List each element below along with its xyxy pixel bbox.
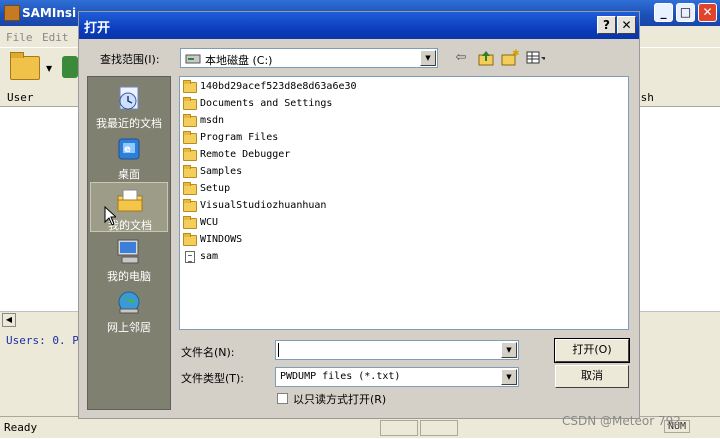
- text-file-icon: [185, 251, 195, 263]
- my-computer-icon: [117, 239, 139, 264]
- folder-icon: [183, 114, 197, 127]
- filetype-label: 文件类型(T):: [181, 372, 245, 385]
- file-list[interactable]: 140bd29acef523d8e8d63a6e30 Documents and…: [179, 76, 629, 330]
- back-icon[interactable]: ⇦: [451, 48, 471, 68]
- status-cell: [420, 420, 458, 436]
- network-places-icon: [118, 291, 140, 314]
- status-text: Ready: [4, 421, 38, 434]
- svg-text:✱: ✱: [512, 49, 520, 59]
- folder-icon: [183, 233, 197, 246]
- maximize-button[interactable]: □: [676, 3, 695, 22]
- help-button[interactable]: ?: [597, 16, 616, 34]
- column-user[interactable]: User: [7, 91, 34, 104]
- up-folder-icon[interactable]: [476, 48, 496, 68]
- readonly-checkbox[interactable]: [277, 393, 288, 404]
- users-count-label: Users: 0. Pa: [6, 334, 86, 347]
- menu-edit[interactable]: Edit: [42, 31, 69, 44]
- background-app-title: SAMInsi: [22, 6, 77, 20]
- readonly-label[interactable]: 以只读方式打开(R): [293, 391, 386, 407]
- chevron-down-icon[interactable]: ▼: [501, 369, 517, 385]
- folder-icon: [183, 148, 197, 161]
- folder-icon: [183, 199, 197, 212]
- open-button[interactable]: 打开(O): [554, 338, 630, 363]
- cancel-button[interactable]: 取消: [555, 365, 629, 388]
- open-folder-icon[interactable]: [10, 52, 40, 80]
- look-in-label: 查找范围(I):: [100, 53, 160, 66]
- place-label: 网上邻居: [107, 321, 151, 334]
- folder-icon: [183, 182, 197, 195]
- dropdown-arrow-icon[interactable]: ▼: [46, 64, 52, 73]
- chevron-down-icon[interactable]: ▼: [420, 50, 436, 66]
- scroll-left-icon[interactable]: ◀: [2, 313, 16, 327]
- filename-input[interactable]: ▼: [275, 340, 519, 360]
- open-file-dialog: 打开 ? ✕ 查找范围(I): 本地磁盘 (C:) ▼ ⇦ ✱ 我最近的文档 e…: [78, 11, 640, 419]
- place-desktop[interactable]: e 桌面: [90, 132, 168, 182]
- mouse-cursor-icon: [104, 206, 116, 226]
- chevron-down-icon[interactable]: ▼: [501, 342, 517, 358]
- place-label: 桌面: [118, 168, 140, 181]
- folder-icon: [183, 165, 197, 178]
- recent-documents-icon: [119, 86, 139, 110]
- view-menu-icon[interactable]: [525, 48, 545, 68]
- place-label: 我的电脑: [107, 270, 151, 283]
- watermark: CSDN @Meteor 792: [562, 414, 681, 428]
- folder-icon: [183, 131, 197, 144]
- toolbar-tool-icon[interactable]: [62, 56, 78, 78]
- folder-icon: [183, 216, 197, 229]
- status-cell: [380, 420, 418, 436]
- dialog-titlebar[interactable]: 打开 ? ✕: [79, 12, 639, 39]
- minimize-button[interactable]: _: [654, 3, 673, 22]
- svg-text:e: e: [124, 144, 131, 155]
- place-label: 我的文档: [108, 219, 152, 232]
- place-label: 我最近的文档: [96, 117, 162, 130]
- place-network[interactable]: 网上邻居: [90, 285, 168, 335]
- place-my-computer[interactable]: 我的电脑: [90, 234, 168, 284]
- place-my-documents[interactable]: 我的文档: [90, 182, 168, 232]
- dialog-title: 打开: [84, 21, 111, 36]
- places-bar: 我最近的文档 e 桌面 我的文档 我的电脑 网上邻居: [87, 76, 171, 410]
- app-icon: [4, 5, 20, 21]
- look-in-value: 本地磁盘 (C:): [205, 54, 273, 67]
- background-close-button[interactable]: ✕: [698, 3, 717, 22]
- dialog-close-button[interactable]: ✕: [617, 16, 636, 34]
- filename-label: 文件名(N):: [181, 346, 235, 359]
- folder-icon: [183, 97, 197, 110]
- text-caret: [278, 343, 279, 357]
- place-recent-documents[interactable]: 我最近的文档: [90, 81, 168, 131]
- desktop-icon: e: [118, 138, 140, 160]
- local-disk-icon: [185, 54, 201, 64]
- look-in-combo[interactable]: 本地磁盘 (C:) ▼: [180, 48, 438, 68]
- folder-icon: [183, 80, 197, 93]
- new-folder-icon[interactable]: ✱: [500, 48, 520, 68]
- filetype-select[interactable]: PWDUMP files (*.txt) ▼: [275, 367, 519, 387]
- my-documents-icon: [117, 189, 143, 212]
- menu-file[interactable]: File: [6, 31, 33, 44]
- filetype-value: PWDUMP files (*.txt): [280, 371, 401, 382]
